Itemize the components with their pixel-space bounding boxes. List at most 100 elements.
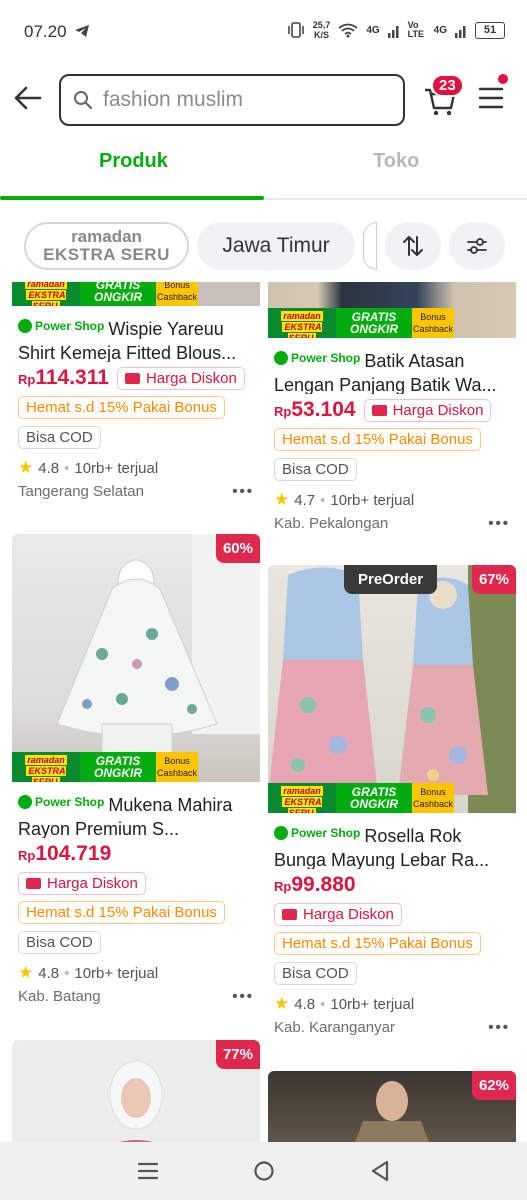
- back-icon[interactable]: [370, 1160, 390, 1182]
- hamburger-icon: [478, 87, 504, 109]
- signal-icon-2: [455, 25, 466, 38]
- harga-diskon-label: Harga Diskon: [116, 366, 245, 390]
- notification-dot: [498, 74, 508, 84]
- promo-strip: ramadan EKSTRA SERU GRATIS ONGKIR Bonus Cas…: [268, 783, 454, 813]
- power-shop-icon: [274, 351, 288, 365]
- back-arrow-icon[interactable]: [12, 82, 44, 114]
- wifi-icon: [338, 23, 358, 37]
- hemat-label: Hemat s.d 15% Pakai Bonus: [18, 901, 225, 924]
- product-location: Kab. Karanganyar: [274, 1019, 395, 1036]
- discount-badge: 60%: [215, 534, 260, 563]
- more-options-icon[interactable]: •••: [488, 1019, 510, 1036]
- signal-icon-1: [387, 25, 399, 38]
- sliders-icon: [467, 238, 487, 254]
- tab-toko[interactable]: Toko: [373, 150, 419, 173]
- discount-tag-icon: [371, 404, 387, 416]
- sort-icon: [403, 236, 423, 256]
- status-icons: 25,7 K/S 4G Vo LTE 4G 51: [287, 20, 505, 40]
- harga-diskon-label: Harga Diskon: [274, 903, 402, 926]
- power-shop-badge: Power Shop: [18, 790, 104, 814]
- discount-badge: 67%: [471, 565, 516, 594]
- cart-button[interactable]: 23: [424, 74, 464, 121]
- discount-tag-icon: [282, 909, 297, 920]
- harga-diskon-label: Harga Diskon: [363, 398, 492, 422]
- cod-label: Bisa COD: [18, 931, 101, 954]
- product-card[interactable]: 62%: [268, 1071, 516, 1142]
- cod-label: Bisa COD: [18, 426, 101, 449]
- hemat-label: Hemat s.d 15% Pakai Bonus: [274, 932, 481, 955]
- product-card[interactable]: 60% ramadan EKSTRA SERU GRATIS ONGKIR Bonu…: [12, 534, 260, 1005]
- star-icon: ★: [18, 458, 34, 477]
- menu-button[interactable]: [478, 74, 508, 115]
- more-options-icon[interactable]: •••: [232, 483, 254, 500]
- product-card[interactable]: ramadan EKSTRA SERU GRATIS ONGKIR Bonus Cas…: [12, 282, 260, 500]
- mukena-illustration: [56, 534, 260, 755]
- product-location: Tangerang Selatan: [18, 483, 144, 500]
- product-card[interactable]: 77%: [12, 1040, 260, 1142]
- hemat-label: Hemat s.d 15% Pakai Bonus: [274, 428, 481, 451]
- cod-label: Bisa COD: [274, 458, 357, 481]
- more-options-icon[interactable]: •••: [232, 988, 254, 1005]
- product-price: Rp104.719: [18, 842, 112, 865]
- status-time: 07.20: [24, 22, 67, 41]
- product-image: 77%: [12, 1040, 260, 1142]
- preorder-badge: PreOrder: [344, 565, 438, 594]
- filter-chip-ramadan[interactable]: ramadan EKSTRA SERU: [24, 222, 189, 270]
- power-shop-icon: [18, 795, 32, 809]
- product-image: ramadan EKSTRA SERU GRATIS ONGKIR Bonus Cas…: [12, 282, 260, 306]
- promo-strip: ramadan EKSTRA SERU GRATIS ONGKIR Bonus Cas…: [12, 282, 198, 306]
- product-card[interactable]: PreOrder 67% ramadan EKSTRA SERU GRATIS ON…: [268, 565, 516, 1036]
- product-location: Kab. Batang: [18, 988, 101, 1005]
- product-image: 62%: [268, 1071, 516, 1142]
- product-card[interactable]: ramadan EKSTRA SERU GRATIS ONGKIR Bonus Cas…: [268, 282, 516, 532]
- product-image: ramadan EKSTRA SERU GRATIS ONGKIR Bonus Cas…: [268, 282, 516, 338]
- net-speed: 25,7 K/S: [312, 20, 331, 40]
- tab-produk[interactable]: Produk: [99, 150, 168, 173]
- harga-diskon-label: Harga Diskon: [18, 872, 146, 895]
- status-bar: 07.20 25,7 K/S 4G Vo LTE 4G 51: [0, 0, 527, 64]
- discount-badge: 62%: [471, 1071, 516, 1100]
- net-4g-2: 4G: [433, 24, 447, 36]
- search-input[interactable]: fashion muslim: [59, 74, 405, 126]
- more-options-icon[interactable]: •••: [488, 515, 510, 532]
- home-icon[interactable]: [253, 1160, 275, 1182]
- telegram-icon: [75, 25, 89, 37]
- filter-bar: ramadan EKSTRA SERU Jawa Timur: [0, 222, 527, 274]
- sort-button[interactable]: [385, 222, 441, 270]
- search-header: fashion muslim 23: [0, 64, 527, 136]
- discount-badge: 77%: [215, 1040, 260, 1069]
- recent-apps-icon[interactable]: [137, 1161, 159, 1181]
- filter-settings-button[interactable]: [449, 222, 505, 270]
- product-image: PreOrder 67% ramadan EKSTRA SERU GRATIS ON…: [268, 565, 516, 813]
- filter-chip-partial[interactable]: [363, 222, 377, 270]
- cart-count-badge: 23: [431, 74, 464, 97]
- power-shop-icon: [18, 319, 32, 333]
- product-price: Rp114.311: [18, 366, 109, 389]
- system-nav-bar: [0, 1142, 527, 1200]
- discount-tag-icon: [124, 372, 140, 384]
- product-title: Power Shop Wispie Yareuu Shirt Kemeja Fit…: [18, 314, 254, 362]
- rating-row: ★ 4.8 • 10rb+ terjual: [18, 963, 159, 982]
- product-location: Kab. Pekalongan: [274, 515, 389, 532]
- promo-strip: ramadan EKSTRA SERU GRATIS ONGKIR Bonus Cas…: [268, 308, 454, 338]
- promo-strip: ramadan EKSTRA SERU GRATIS ONGKIR Bonus Cas…: [12, 752, 198, 782]
- power-shop-badge: Power Shop: [274, 346, 360, 370]
- product-title: Power Shop Mukena Mahira Rayon Premium S.…: [18, 790, 254, 838]
- product-title: Power Shop Batik Atasan Lengan Panjang Ba…: [274, 346, 510, 394]
- rating-row: ★ 4.7 • 10rb+ terjual: [274, 490, 415, 509]
- product-grid: ramadan EKSTRA SERU GRATIS ONGKIR Bonus Cas…: [0, 282, 527, 1142]
- filter-chip-location[interactable]: Jawa Timur: [197, 222, 355, 270]
- vibrate-icon: [287, 22, 304, 38]
- active-tab-indicator: [0, 196, 264, 200]
- skirt-illustration: [268, 565, 516, 813]
- product-image: 60% ramadan EKSTRA SERU GRATIS ONGKIR Bonu…: [12, 534, 260, 782]
- product-price: Rp53.104: [274, 398, 356, 421]
- cod-label: Bisa COD: [274, 962, 357, 985]
- rating-row: ★ 4.8 • 10rb+ terjual: [274, 994, 415, 1013]
- product-title: Power Shop Rosella Rok Bunga Mayung Lebar…: [274, 821, 510, 869]
- power-shop-icon: [274, 826, 288, 840]
- star-icon: ★: [274, 490, 290, 509]
- power-shop-badge: Power Shop: [18, 314, 104, 338]
- star-icon: ★: [274, 994, 290, 1013]
- search-icon: [74, 91, 93, 110]
